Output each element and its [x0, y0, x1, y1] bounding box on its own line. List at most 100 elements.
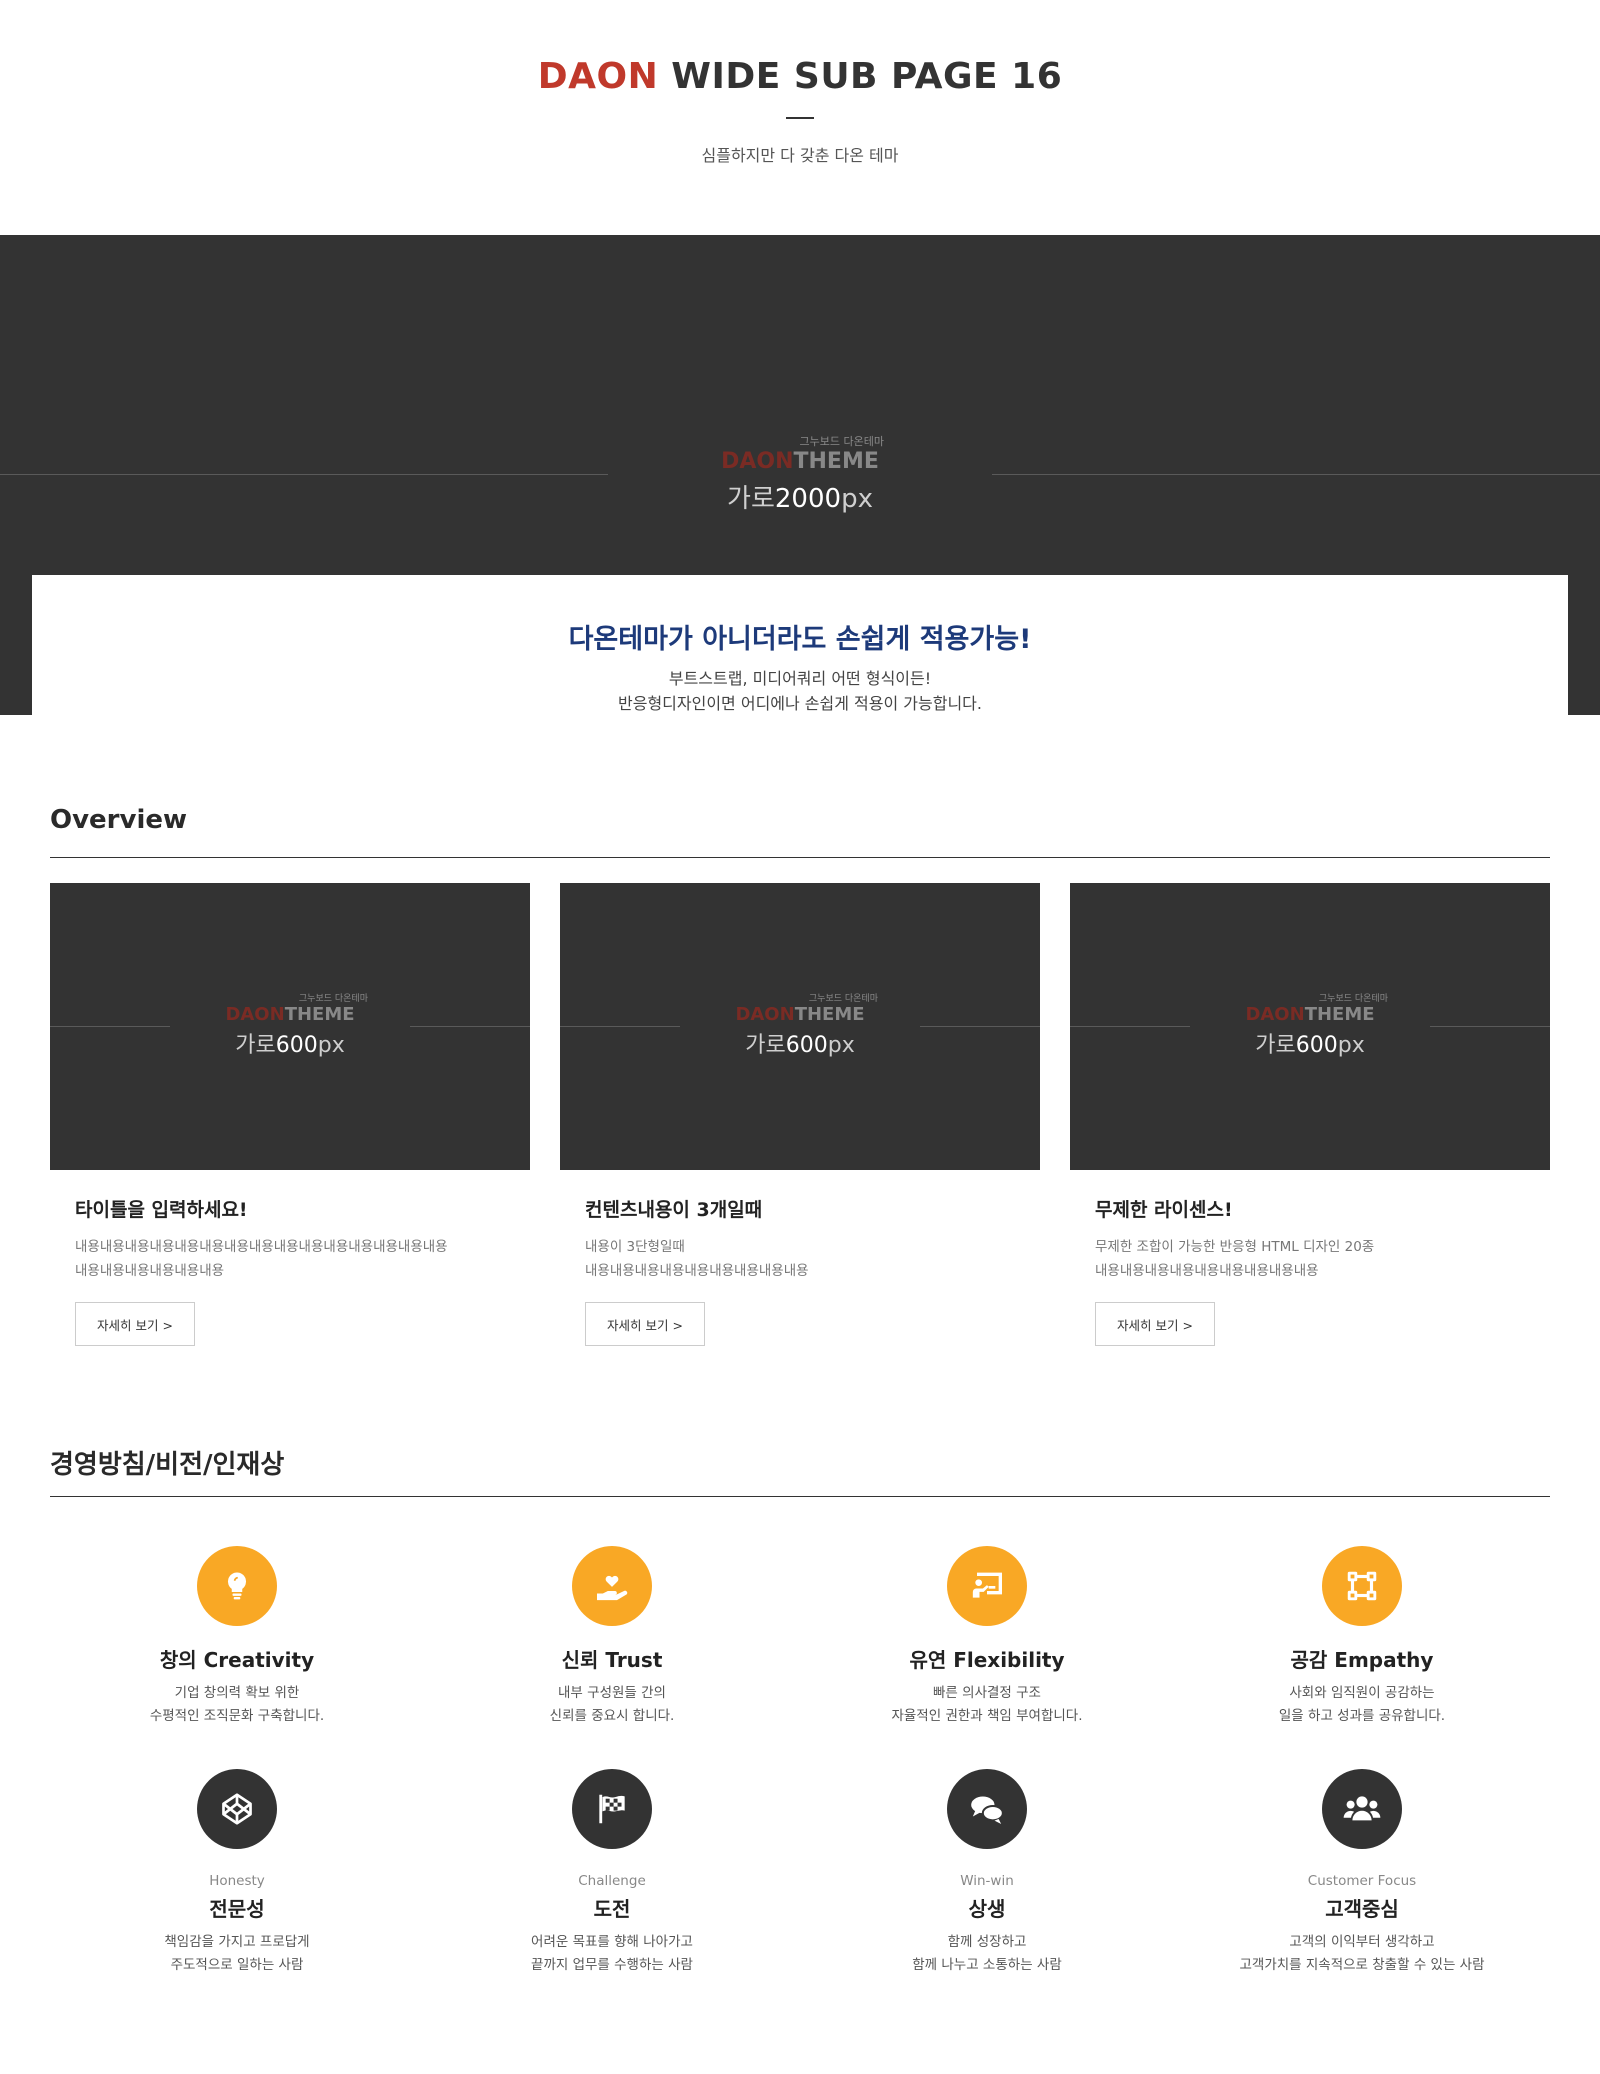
title-accent: DAON	[537, 56, 659, 97]
value-desc-line-2: 함께 나누고 소통하는 사람	[912, 1957, 1062, 1973]
title-rest: WIDE SUB PAGE 16	[671, 56, 1063, 97]
value-desc: 빠른 의사결정 구조자율적인 권한과 책임 부여합니다.	[807, 1682, 1167, 1728]
placeholder-size: 가로600px	[680, 1027, 920, 1059]
value-desc-line-1: 기업 창의력 확보 위한	[174, 1685, 300, 1701]
placeholder-line-left	[560, 1026, 680, 1027]
value-title: 창의 Creativity	[159, 1648, 315, 1672]
overview-divider	[50, 857, 1550, 858]
value-desc-line-1: 빠른 의사결정 구조	[933, 1685, 1041, 1701]
placeholder-size-unit: px	[827, 1033, 855, 1058]
card-image-placeholder: 그누보드 다온테마 DAONTHEME 가로600px	[560, 883, 1040, 1170]
placeholder-small-label: 그누보드 다온테마	[808, 994, 878, 1004]
card-title: 타이틀을 입력하세요!	[75, 1199, 248, 1221]
card-text-line-1: 무제한 조합이 가능한 반응형 HTML 디자인 20종	[1095, 1239, 1375, 1255]
users-icon	[1322, 1769, 1402, 1849]
placeholder-size-prefix: 가로	[1255, 1033, 1296, 1058]
value-title: 고객중심	[1325, 1897, 1399, 1921]
placeholder-line-left	[0, 474, 608, 475]
value-en-label: Customer Focus	[1307, 1873, 1417, 1889]
value-desc-line-1: 고객의 이익부터 생각하고	[1289, 1934, 1435, 1950]
placeholder-theme: THEME	[1304, 1004, 1375, 1025]
card-more-button[interactable]: 자세히 보기 >	[1095, 1302, 1215, 1346]
placeholder-line-right	[992, 474, 1600, 475]
placeholder-theme: THEME	[284, 1004, 355, 1025]
value-desc: 사회와 임직원이 공감하는일을 하고 성과를 공유합니다.	[1182, 1682, 1542, 1728]
placeholder-size-unit: px	[317, 1033, 345, 1058]
card-title: 무제한 라이센스!	[1095, 1199, 1233, 1221]
title-divider	[786, 117, 814, 119]
checkered-flag-icon	[572, 1769, 652, 1849]
value-title: 상생	[968, 1897, 1006, 1921]
placeholder-size-value: 600	[1295, 1033, 1338, 1058]
placeholder-size-value: 600	[275, 1033, 318, 1058]
value-desc-line-2: 수평적인 조직문화 구축합니다.	[149, 1708, 325, 1724]
card-text-line-1: 내용이 3단형일때	[585, 1239, 685, 1255]
card-text: 내용내용내용내용내용내용내용내용내용내용내용내용내용내용내용 내용내용내용내용내용…	[75, 1235, 448, 1283]
page-title: DAON WIDE SUB PAGE 16	[0, 56, 1600, 97]
placeholder-size-value: 2000	[774, 484, 842, 514]
placeholder-size-prefix: 가로	[745, 1033, 786, 1058]
value-en-label: Challenge	[578, 1873, 646, 1889]
card-title: 컨텐츠내용이 3개일때	[585, 1199, 763, 1221]
placeholder-small-label: 그누보드 다온테마	[799, 435, 884, 448]
page-subtitle: 심플하지만 다 갖춘 다온 테마	[701, 146, 899, 165]
card-text-line-2: 내용내용내용내용내용내용내용내용내용	[1095, 1263, 1319, 1279]
value-title: 전문성	[209, 1897, 265, 1921]
value-desc: 기업 창의력 확보 위한수평적인 조직문화 구축합니다.	[57, 1682, 417, 1728]
placeholder-small-label: 그누보드 다온테마	[298, 994, 368, 1004]
value-desc: 책임감을 가지고 프로답게주도적으로 일하는 사람	[57, 1931, 417, 1977]
hero-card-line-2: 반응형디자인이면 어디에나 손쉽게 적용이 가능합니다.	[618, 694, 982, 713]
placeholder-daon: DAON	[735, 1004, 795, 1025]
placeholder-size: 가로2000px	[600, 478, 1000, 515]
value-desc-line-2: 주도적으로 일하는 사람	[170, 1957, 304, 1973]
card-image-placeholder: 그누보드 다온테마 DAONTHEME 가로600px	[50, 883, 530, 1170]
placeholder-line-right	[410, 1026, 530, 1027]
placeholder-daon: DAON	[721, 449, 794, 474]
placeholder-size: 가로600px	[1190, 1027, 1430, 1059]
placeholder-size-unit: px	[841, 484, 873, 514]
card-text-line-2: 내용내용내용내용내용내용내용내용내용	[585, 1263, 809, 1279]
value-desc-line-1: 책임감을 가지고 프로답게	[164, 1934, 310, 1950]
value-en-label: Honesty	[209, 1873, 265, 1889]
card-text: 내용이 3단형일때내용내용내용내용내용내용내용내용내용	[585, 1235, 809, 1283]
values-divider	[50, 1496, 1550, 1497]
value-desc-line-2: 자율적인 권한과 책임 부여합니다.	[891, 1708, 1083, 1724]
hero-card-title: 다온테마가 아니더라도 손쉽게 적용가능!	[568, 624, 1032, 655]
value-desc: 내부 구성원들 간의 신뢰를 중요시 합니다.	[432, 1682, 792, 1728]
placeholder-daon: DAON	[1245, 1004, 1305, 1025]
value-desc-line-1: 내부 구성원들 간의	[558, 1685, 666, 1701]
value-title: 도전	[593, 1897, 631, 1921]
value-desc-line-1: 사회와 임직원이 공감하는	[1289, 1685, 1435, 1701]
value-en-label: Win-win	[960, 1873, 1014, 1889]
vector-square-icon	[1322, 1546, 1402, 1626]
placeholder-size-value: 600	[785, 1033, 828, 1058]
value-desc-line-2: 일을 하고 성과를 공유합니다.	[1278, 1708, 1446, 1724]
card-text-line-2: 내용내용내용내용내용내용	[75, 1263, 225, 1279]
placeholder-size: 가로600px	[170, 1027, 410, 1059]
placeholder-size-prefix: 가로	[727, 484, 775, 514]
value-desc: 어려운 목표를 향해 나아가고 끝까지 업무를 수행하는 사람	[432, 1931, 792, 1977]
value-desc-line-1: 어려운 목표를 향해 나아가고	[531, 1934, 693, 1950]
card-more-button[interactable]: 자세히 보기 >	[75, 1302, 195, 1346]
placeholder-daon: DAON	[225, 1004, 285, 1025]
hero-card: 다온테마가 아니더라도 손쉽게 적용가능! 부트스트랩, 미디어쿼리 어떤 형식…	[32, 575, 1568, 735]
value-title: 유연 Flexibility	[909, 1648, 1065, 1672]
value-title: 신뢰 Trust	[561, 1648, 663, 1672]
hero-placeholder: 그누보드 다온테마 DAONTHEME 가로2000px	[600, 433, 1000, 515]
placeholder-line-right	[1430, 1026, 1550, 1027]
placeholder-theme: THEME	[794, 1004, 865, 1025]
value-title: 공감 Empathy	[1290, 1648, 1434, 1672]
presentation-icon	[947, 1546, 1027, 1626]
values-heading: 경영방침/비전/인재상	[50, 1450, 285, 1480]
value-desc-line-2: 고객가치를 지속적으로 창출할 수 있는 사람	[1239, 1957, 1485, 1973]
lightbulb-icon	[197, 1546, 277, 1626]
value-desc: 함께 성장하고 함께 나누고 소통하는 사람	[807, 1931, 1167, 1977]
card-text: 무제한 조합이 가능한 반응형 HTML 디자인 20종내용내용내용내용내용내용…	[1095, 1235, 1374, 1283]
overview-heading: Overview	[50, 805, 188, 835]
card-placeholder: 그누보드 다온테마 DAONTHEME 가로600px	[170, 991, 410, 1059]
card-more-button[interactable]: 자세히 보기 >	[585, 1302, 705, 1346]
codepen-icon	[197, 1769, 277, 1849]
placeholder-line-right	[920, 1026, 1040, 1027]
page-header: DAON WIDE SUB PAGE 16 심플하지만 다 갖춘 다온 테마	[0, 0, 1600, 235]
value-desc: 고객의 이익부터 생각하고고객가치를 지속적으로 창출할 수 있는 사람	[1182, 1931, 1542, 1977]
